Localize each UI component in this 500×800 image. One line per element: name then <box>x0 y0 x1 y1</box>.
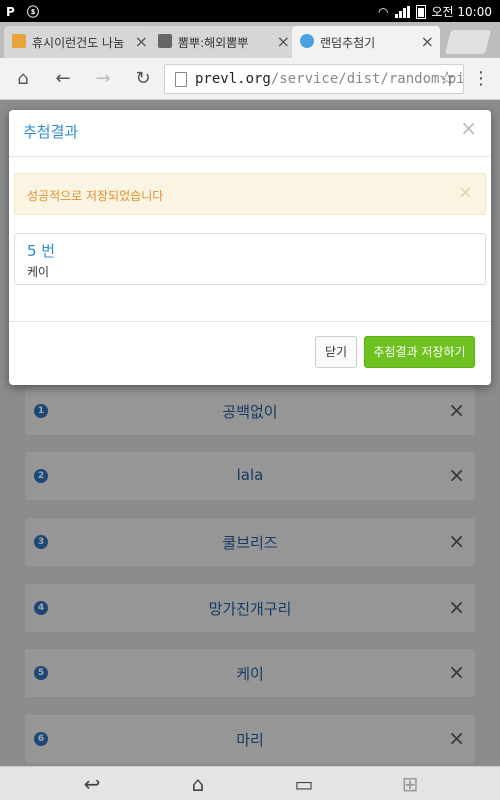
result-name: 케이 <box>27 265 50 279</box>
signal-icon <box>394 5 410 18</box>
url-host: prevl.org <box>195 71 271 87</box>
tab-close-icon[interactable]: × <box>421 32 434 51</box>
modal-title: 추첨결과 <box>23 123 79 141</box>
system-nav-bar: ↩ ⌂ ▭ ⊞ <box>0 766 500 800</box>
tab-favicon-icon <box>12 34 26 48</box>
url-bar[interactable]: prevl.org/service/dist/random-pick <box>164 64 464 94</box>
page-info-icon <box>175 72 187 87</box>
tab-title: 휴시이런건도 나눔 <box>32 36 125 50</box>
browser-tab-1[interactable]: 휴시이런건도 나눔 × <box>4 26 154 58</box>
tab-close-icon[interactable]: × <box>277 32 290 51</box>
status-bar: P ⓢ ◠ 오전 10:00 <box>0 0 500 22</box>
status-time: 오전 10:00 <box>431 5 492 19</box>
success-alert: 성공적으로 저장되었습니다 × <box>14 173 486 215</box>
result-number: 5 번 <box>27 242 56 260</box>
save-result-button[interactable]: 추첨결과 저장하기 <box>364 336 475 368</box>
result-card: 5 번 케이 <box>14 233 486 285</box>
tab-title: 랜덤추첨기 <box>320 36 376 50</box>
back-icon[interactable]: ← <box>52 68 74 90</box>
back-nav-icon[interactable]: ↩ <box>72 773 112 795</box>
alert-close-icon[interactable]: × <box>458 182 473 203</box>
tab-close-icon[interactable]: × <box>135 32 148 51</box>
tab-strip: 휴시이런건도 나눔 × 뽐뿌:해외뽐뿌 × 랜덤추첨기 × <box>0 22 500 58</box>
modal-footer-divider <box>9 321 491 322</box>
status-icons-right: ◠ 오전 10:00 <box>378 3 492 20</box>
tab-favicon-icon <box>300 34 314 48</box>
wifi-icon: ◠ <box>378 4 389 19</box>
result-modal: 추첨결과 × 성공적으로 저장되었습니다 × 5 번 케이 닫기 추첨결과 저장… <box>9 110 491 385</box>
reload-icon[interactable]: ↻ <box>132 68 154 90</box>
home-icon[interactable]: ⌂ <box>12 68 34 90</box>
status-icons-left: P ⓢ <box>6 3 47 20</box>
bookmark-star-icon[interactable]: ☆ <box>436 68 458 90</box>
notification-p-icon: P <box>6 5 15 19</box>
browser-tab-2[interactable]: 뽐뿌:해외뽐뿌 × <box>150 26 296 58</box>
menu-icon[interactable]: ⋮ <box>470 68 492 90</box>
browser-toolbar: ⌂ ← → ↻ prevl.org/service/dist/random-pi… <box>0 58 500 100</box>
notification-app-icon: ⓢ <box>26 5 39 19</box>
alert-message: 성공적으로 저장되었습니다 <box>27 189 164 203</box>
tab-favicon-icon <box>158 34 172 48</box>
window-split-icon[interactable]: ⊞ <box>390 773 430 795</box>
tab-title: 뽐뿌:해외뽐뿌 <box>178 36 249 50</box>
recent-apps-icon[interactable]: ▭ <box>284 773 324 795</box>
forward-icon[interactable]: → <box>92 68 114 90</box>
home-nav-icon[interactable]: ⌂ <box>178 773 218 795</box>
new-tab-button[interactable] <box>444 30 492 54</box>
browser-tab-3-active[interactable]: 랜덤추첨기 × <box>292 26 440 58</box>
modal-divider <box>9 156 491 157</box>
battery-icon <box>415 4 426 19</box>
close-button[interactable]: 닫기 <box>315 336 357 368</box>
modal-close-icon[interactable]: × <box>460 116 477 140</box>
